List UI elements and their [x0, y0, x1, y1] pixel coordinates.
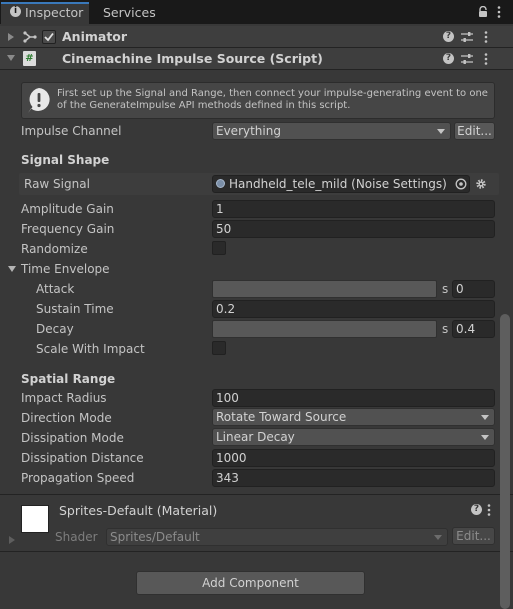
impact-radius-input[interactable]: 100	[212, 389, 495, 407]
decay-unit: s	[442, 322, 449, 336]
direction-mode-dropdown[interactable]: Rotate Toward Source	[212, 408, 495, 426]
spatial-range-heading: Spatial Range	[21, 372, 116, 386]
info-icon: i	[10, 6, 21, 17]
collapse-arrow-icon[interactable]	[7, 55, 15, 61]
time-envelope-arrow-icon[interactable]	[8, 266, 16, 272]
section-divider	[0, 551, 513, 552]
shader-dropdown[interactable]: Sprites/Default	[106, 528, 448, 546]
time-envelope-foldout[interactable]: Time Envelope	[21, 260, 110, 278]
propagation-speed-label: Propagation Speed	[21, 471, 135, 485]
attack-input[interactable]: 0	[452, 280, 495, 298]
material-preview-thumbnail	[21, 505, 49, 533]
direction-mode-label: Direction Mode	[21, 411, 112, 425]
dissipation-mode-value: Linear Decay	[216, 430, 295, 444]
material-expand-arrow-icon[interactable]	[9, 536, 15, 544]
raw-signal-object-field[interactable]: Handheld_tele_mild (Noise Settings)	[212, 175, 470, 193]
dissipation-distance-input[interactable]: 1000	[212, 449, 495, 467]
propagation-speed-input[interactable]: 343	[212, 469, 495, 487]
dropdown-caret-icon	[481, 435, 489, 440]
section-divider	[0, 494, 513, 495]
dropdown-caret-icon	[434, 535, 442, 540]
scale-with-impact-checkbox[interactable]	[212, 341, 226, 355]
attack-unit: s	[442, 282, 449, 296]
tab-inspector-label: Inspector	[25, 5, 84, 20]
dissipation-distance-label: Dissipation Distance	[21, 451, 144, 465]
script-icon-glyph: #	[25, 53, 34, 64]
dissipation-mode-label: Dissipation Mode	[21, 431, 124, 445]
add-component-button[interactable]: Add Component	[136, 571, 365, 595]
signal-shape-heading: Signal Shape	[21, 153, 110, 167]
impact-radius-label: Impact Radius	[21, 391, 107, 405]
component-menu-icon[interactable]	[484, 53, 488, 65]
expand-arrow-icon[interactable]	[8, 33, 14, 41]
component-menu-icon[interactable]	[484, 31, 488, 43]
vertical-scrollbar[interactable]	[500, 314, 510, 609]
preset-sliders-icon[interactable]	[461, 31, 473, 43]
scale-with-impact-label: Scale With Impact	[36, 342, 145, 356]
help-icon[interactable]: ?	[471, 504, 482, 515]
edit-shader-button[interactable]: Edit...	[452, 527, 495, 545]
dropdown-caret-icon	[437, 129, 445, 134]
component-menu-icon[interactable]	[487, 504, 491, 516]
shader-value: Sprites/Default	[110, 530, 200, 544]
attack-curve-field[interactable]	[212, 280, 437, 298]
animator-icon	[23, 31, 37, 43]
direction-mode-value: Rotate Toward Source	[216, 410, 347, 424]
raw-signal-value: Handheld_tele_mild (Noise Settings)	[229, 177, 447, 191]
animator-enabled-checkbox[interactable]	[42, 30, 56, 44]
impulse-channel-label: Impulse Channel	[21, 124, 122, 138]
animator-title: Animator	[62, 29, 128, 44]
script-icon: #	[23, 51, 36, 66]
decay-curve-field[interactable]	[212, 320, 437, 338]
frequency-gain-label: Frequency Gain	[21, 222, 115, 236]
info-bubble-icon	[28, 88, 50, 113]
randomize-label: Randomize	[21, 242, 88, 256]
sustain-time-label: Sustain Time	[36, 302, 114, 316]
attack-label: Attack	[36, 282, 75, 296]
preset-sliders-icon[interactable]	[461, 53, 473, 65]
randomize-checkbox[interactable]	[212, 241, 226, 255]
impulse-channel-dropdown[interactable]: Everything	[212, 122, 451, 140]
decay-label: Decay	[36, 322, 74, 336]
material-title: Sprites-Default (Material)	[59, 503, 218, 518]
help-icon[interactable]: ?	[443, 31, 454, 42]
sustain-time-input[interactable]: 0.2	[212, 300, 495, 318]
info-message: First set up the Signal and Range, then …	[57, 88, 488, 111]
tab-services[interactable]: Services	[103, 2, 156, 24]
help-icon[interactable]: ?	[443, 53, 454, 64]
amplitude-gain-label: Amplitude Gain	[21, 202, 114, 216]
decay-input[interactable]: 0.4	[452, 320, 495, 338]
frequency-gain-input[interactable]: 50	[212, 220, 495, 238]
noise-settings-icon	[216, 179, 225, 188]
object-picker-icon[interactable]	[455, 178, 467, 190]
kebab-menu-icon[interactable]	[497, 6, 501, 18]
lock-icon[interactable]	[478, 6, 488, 18]
amplitude-gain-input[interactable]: 1	[212, 200, 495, 218]
dissipation-mode-dropdown[interactable]: Linear Decay	[212, 428, 495, 446]
edit-channels-button[interactable]: Edit...	[454, 122, 495, 140]
gear-icon[interactable]	[475, 178, 487, 190]
raw-signal-label: Raw Signal	[24, 177, 90, 191]
impulse-source-title: Cinemachine Impulse Source (Script)	[62, 51, 323, 66]
shader-label: Shader	[55, 530, 98, 544]
impulse-channel-value: Everything	[216, 124, 281, 138]
dropdown-caret-icon	[481, 415, 489, 420]
